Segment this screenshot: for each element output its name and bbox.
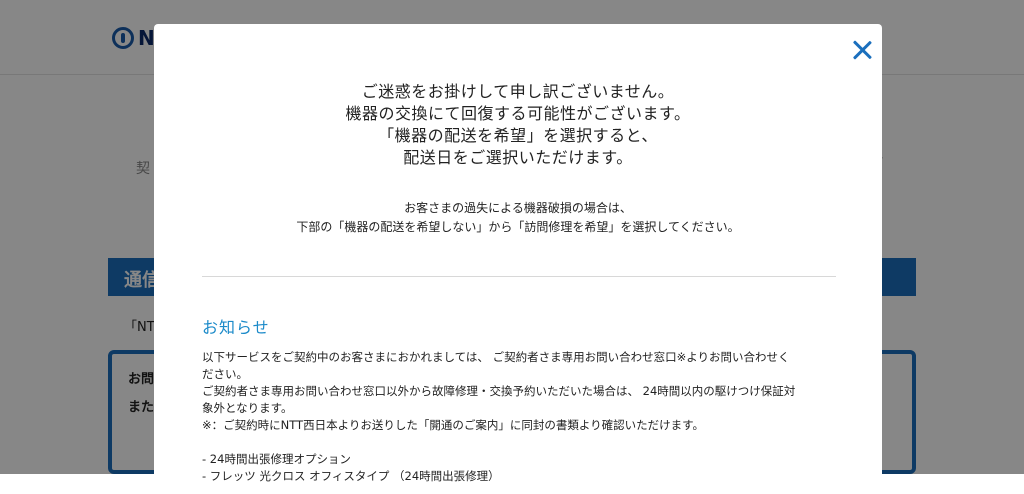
notice-body: 以下サービスをご契約中のお客さまにおかれましては、 ご契約者さま専用お問い合わせ…	[202, 349, 842, 485]
notice-line: ご契約者さま専用お問い合わせ窓口以外から故障修理・交換予約いただいた場合は、 2…	[202, 384, 796, 398]
modal-dialog: ご迷惑をお掛けして申し訳ございません。 機器の交換にて回復する可能性がございます…	[154, 24, 882, 494]
notice-line: ださい。	[202, 367, 248, 381]
sub-line: お客さまの過失による機器破損の場合は、	[404, 201, 632, 215]
notice-title: お知らせ	[202, 318, 270, 337]
notice-line: 象外となります。	[202, 401, 293, 415]
notice-list-item: - フレッツ 光クロス オフィスタイプ （24時間出張修理）	[202, 469, 500, 483]
modal-sub-message: お客さまの過失による機器破損の場合は、 下部の「機器の配送を希望しない」から「訪…	[154, 199, 882, 237]
notice-line: ※：ご契約時にNTT西日本よりお送りした「開通のご案内」に同封の書類より確認いた…	[202, 418, 704, 432]
notice-line: 以下サービスをご契約中のお客さまにおかれましては、 ご契約者さま専用お問い合わせ…	[202, 350, 790, 364]
lead-line: 機器の交換にて回復する可能性がございます。	[345, 104, 691, 123]
sub-line: 下部の「機器の配送を希望しない」から「訪問修理を希望」を選択してください。	[296, 220, 740, 234]
notice-spacer	[202, 434, 842, 451]
lead-line: 配送日をご選択いただけます。	[403, 148, 633, 167]
lead-line: 「機器の配送を希望」を選択すると、	[378, 126, 658, 145]
close-icon[interactable]	[851, 39, 873, 61]
notice-list-item: - 24時間出張修理オプション	[202, 452, 351, 466]
lead-line: ご迷惑をお掛けして申し訳ございません。	[361, 82, 675, 101]
modal-lead-message: ご迷惑をお掛けして申し訳ございません。 機器の交換にて回復する可能性がございます…	[154, 81, 882, 169]
divider	[202, 276, 836, 277]
